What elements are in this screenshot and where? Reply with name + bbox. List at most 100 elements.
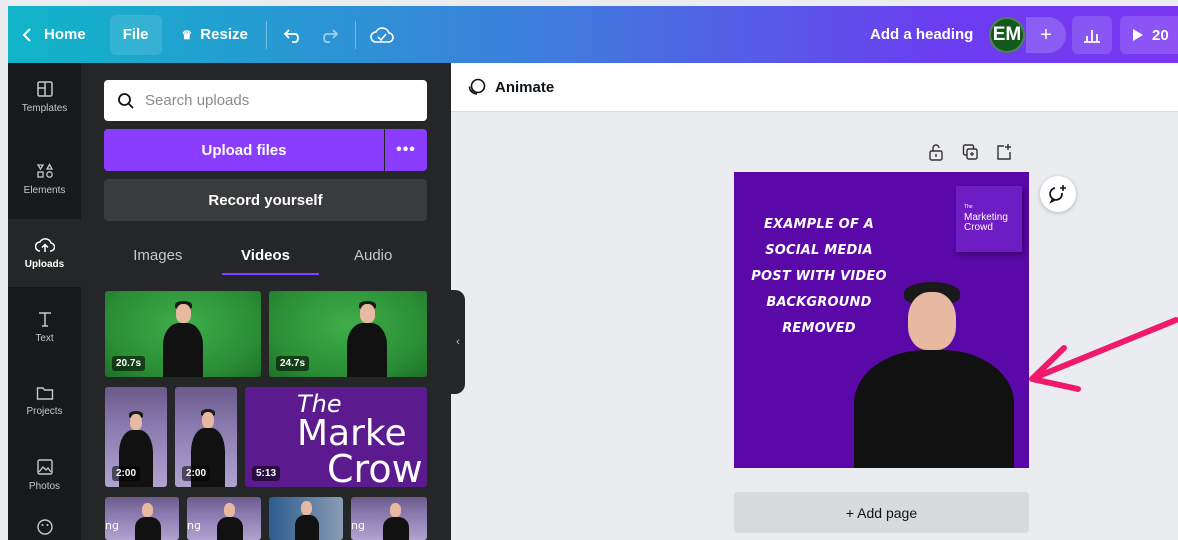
headline-line: SOCIAL MEDIA [765, 243, 873, 258]
present-label: 20 [1152, 26, 1169, 44]
rail-item-photos[interactable]: Photos [8, 441, 81, 509]
video-duration: 5:13 [252, 466, 281, 481]
tab-audio[interactable]: Audio [319, 235, 427, 275]
rail-label: Uploads [24, 259, 65, 270]
design-title-label: Add a heading [870, 25, 974, 43]
divider [265, 20, 267, 49]
apps-icon [36, 519, 53, 535]
more-icon: ••• [396, 141, 416, 158]
person-figure [135, 503, 161, 540]
search-box[interactable] [104, 80, 427, 121]
more-options-button[interactable]: ••• [385, 129, 427, 171]
text-icon [38, 312, 51, 327]
tab-images[interactable]: Images [104, 235, 212, 275]
avatar[interactable]: EM [989, 17, 1025, 53]
duplicate-page-icon[interactable] [962, 143, 978, 161]
uploads-icon [34, 238, 55, 252]
collapse-panel-handle[interactable]: ‹ [451, 290, 465, 394]
rail-item-apps[interactable] [8, 518, 81, 540]
headline-line: EXAMPLE OF A [763, 217, 875, 232]
add-page-icon[interactable] [996, 143, 1012, 161]
person-figure [217, 503, 243, 540]
cloud-check-icon [370, 26, 394, 43]
left-rail: Templates Elements Uploads Text Projects… [8, 63, 81, 540]
presenter-video[interactable] [846, 282, 1018, 468]
rail-item-uploads[interactable]: Uploads [8, 219, 81, 287]
animate-label: Animate [495, 78, 555, 96]
design-canvas[interactable]: EXAMPLE OF A SOCIAL MEDIA POST WITH VIDE… [734, 172, 1029, 468]
resize-label: Resize [200, 26, 248, 43]
rail-label: Photos [28, 481, 61, 492]
media-tabs: Images Videos Audio [104, 235, 427, 275]
resize-button[interactable]: ♛ Resize [172, 15, 258, 55]
logo-line: Crowd [964, 222, 993, 233]
person-figure [383, 503, 409, 540]
video-thumbnail[interactable] [269, 497, 343, 540]
search-input[interactable] [145, 92, 395, 109]
video-thumbnail[interactable]: 2:00 [105, 387, 167, 487]
upload-files-label: Upload files [201, 141, 287, 159]
rail-label: Templates [21, 103, 68, 114]
top-bar: Home File ♛ Resize Add a heading EM + 20 [8, 6, 1178, 63]
crown-icon: ♛ [181, 27, 193, 42]
rail-item-templates[interactable]: Templates [8, 63, 81, 131]
annotation-arrow [1029, 317, 1178, 392]
chevron-left-icon: ‹ [456, 336, 460, 348]
rail-item-text[interactable]: Text [8, 293, 81, 361]
uploads-panel: Upload files ••• Record yourself Images … [81, 63, 451, 540]
home-button[interactable]: Home [8, 15, 96, 55]
play-icon [1133, 29, 1143, 41]
tab-label: Videos [241, 246, 290, 264]
redo-button[interactable] [311, 15, 347, 55]
marketing-crowd-logo[interactable]: The Marketing Crowd [956, 186, 1022, 252]
video-thumbnail[interactable]: ng [351, 497, 427, 540]
video-duration: 20.7s [112, 356, 146, 371]
rail-label: Elements [23, 185, 66, 196]
record-yourself-button[interactable]: Record yourself [104, 179, 427, 221]
video-thumbnail[interactable]: 24.7s [269, 291, 427, 377]
design-title-field[interactable]: Add a heading [860, 14, 983, 54]
tab-label: Images [133, 246, 183, 264]
video-thumbnail[interactable]: The Marke Crow 5:13 [245, 387, 427, 487]
add-page-button[interactable]: + Add page [734, 492, 1029, 533]
animate-button[interactable]: Animate [467, 77, 554, 97]
lock-icon[interactable] [928, 143, 944, 161]
templates-icon [36, 81, 53, 97]
context-toolbar: Animate [451, 63, 1178, 112]
divider [354, 20, 356, 49]
record-yourself-label: Record yourself [208, 191, 323, 209]
video-thumbnail[interactable]: ng [105, 497, 179, 540]
insights-button[interactable] [1072, 16, 1112, 54]
rail-item-elements[interactable]: Elements [8, 145, 81, 213]
home-label: Home [44, 26, 86, 43]
rail-label: Text [35, 333, 54, 344]
video-thumbnail[interactable]: 20.7s [105, 291, 261, 377]
person-figure [295, 501, 319, 540]
rail-item-projects[interactable]: Projects [8, 367, 81, 435]
add-page-label: + Add page [845, 504, 918, 521]
chevron-left-icon [22, 27, 31, 42]
file-label: File [122, 26, 149, 43]
comment-add-icon [1049, 185, 1066, 204]
upload-files-button[interactable]: Upload files [104, 129, 384, 171]
folder-icon [36, 387, 53, 400]
thumb-text: ng [105, 519, 119, 532]
present-button[interactable]: 20 [1120, 16, 1178, 54]
video-duration: 2:00 [112, 466, 141, 481]
video-thumbnail[interactable]: 2:00 [175, 387, 237, 487]
refresh-suggestions-button[interactable] [1040, 176, 1076, 212]
video-thumbnail[interactable]: ng [187, 497, 261, 540]
tab-videos[interactable]: Videos [212, 235, 320, 275]
person-figure [163, 301, 203, 377]
tab-label: Audio [353, 246, 393, 264]
save-status-button[interactable] [364, 15, 400, 55]
brand-text-line: Crow [327, 447, 423, 487]
undo-icon [283, 28, 299, 43]
file-menu-button[interactable]: File [109, 14, 162, 55]
undo-button[interactable] [275, 15, 311, 55]
video-duration: 24.7s [276, 356, 310, 371]
photos-icon [36, 459, 53, 475]
canva-editor: Home File ♛ Resize Add a heading EM + 20… [0, 0, 1178, 540]
invite-button[interactable]: + [1026, 17, 1066, 53]
thumb-text: ng [187, 519, 201, 532]
